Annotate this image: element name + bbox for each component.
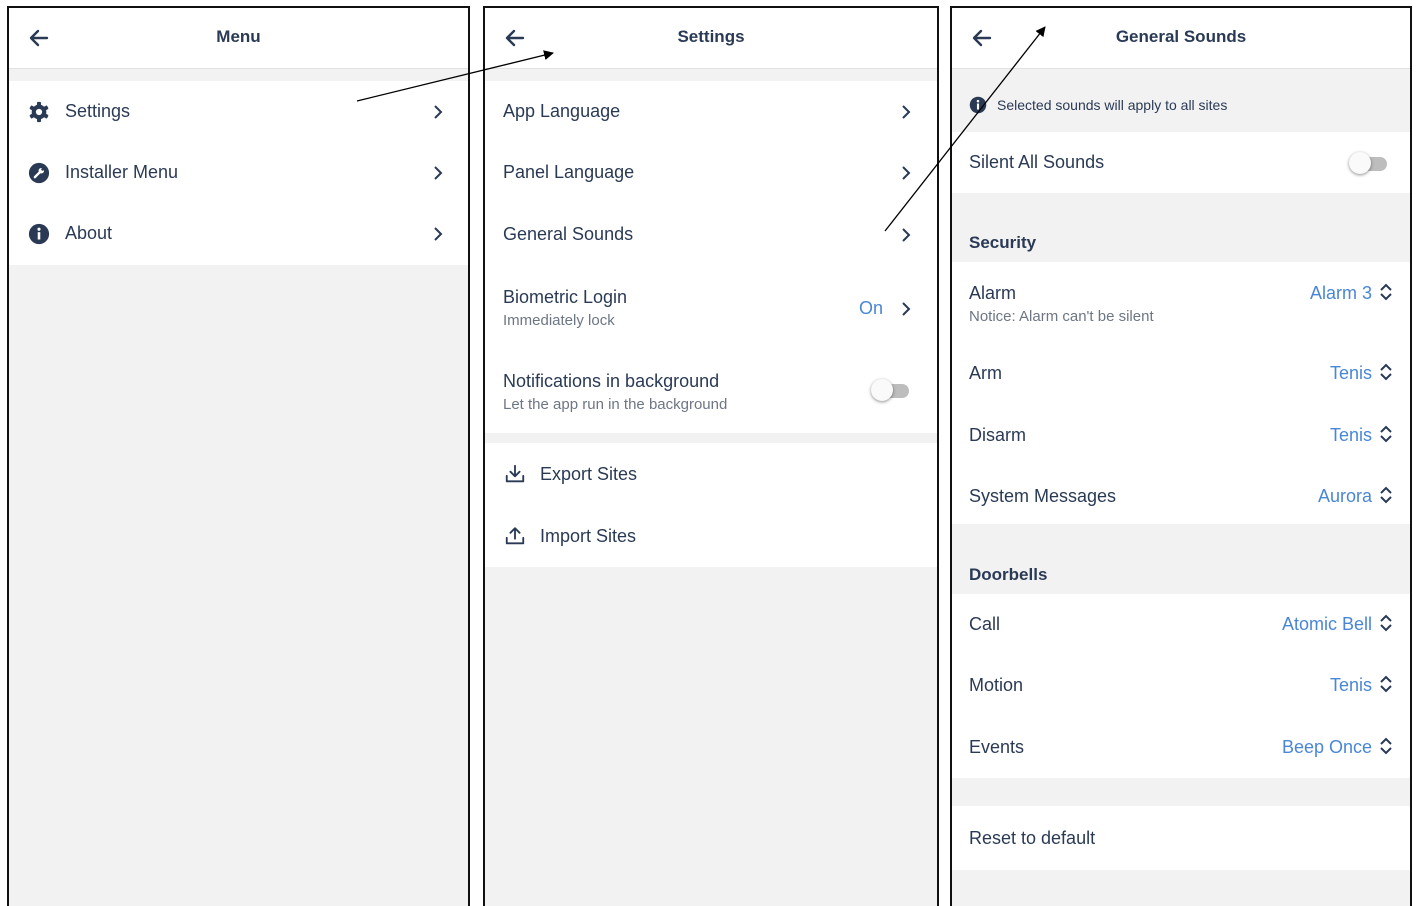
- biometric-value: On: [859, 298, 884, 318]
- settings-item-notifications: Notifications in background Let the app …: [485, 348, 937, 433]
- upload-icon: [505, 527, 525, 545]
- sound-value: Atomic Bell: [1281, 614, 1372, 634]
- chevron-up-down-icon: [1380, 737, 1392, 755]
- chevron-up-down-icon: [1380, 425, 1392, 443]
- sound-label: Alarm: [969, 283, 1017, 303]
- menu-item-label: Installer Menu: [65, 162, 179, 182]
- sound-value: Tenis: [1329, 425, 1372, 445]
- sound-row-system-messages[interactable]: System Messages Aurora: [952, 462, 1410, 524]
- settings-screen: Settings App Language Panel Language Gen…: [483, 6, 939, 906]
- sound-label: Arm: [969, 363, 1002, 383]
- import-sites-button[interactable]: Import Sites: [485, 505, 937, 567]
- info-icon: [28, 223, 50, 245]
- menu-header: Menu: [9, 8, 468, 69]
- silent-all-toggle[interactable]: [1349, 152, 1389, 174]
- chevron-up-down-icon: [1380, 486, 1392, 504]
- sound-row-events[interactable]: Events Beep Once: [952, 717, 1410, 778]
- chevron-right-icon: [434, 105, 443, 119]
- sound-row-call[interactable]: Call Atomic Bell: [952, 594, 1410, 655]
- menu-item-settings[interactable]: Settings: [9, 81, 468, 142]
- security-sounds-list: Alarm Notice: Alarm can't be silent Alar…: [952, 262, 1410, 524]
- sound-value: Tenis: [1329, 675, 1372, 695]
- chevron-up-down-icon: [1380, 363, 1392, 381]
- settings-item-label: General Sounds: [503, 224, 634, 244]
- gear-icon: [29, 101, 49, 123]
- chevron-right-icon: [434, 166, 443, 180]
- menu-item-installer[interactable]: Installer Menu: [9, 142, 468, 203]
- chevron-right-icon: [434, 227, 443, 241]
- menu-item-label: About: [65, 223, 113, 243]
- chevron-right-icon: [902, 105, 911, 119]
- settings-item-panel-language[interactable]: Panel Language: [485, 142, 937, 204]
- sounds-notice: Selected sounds will apply to all sites: [997, 97, 1228, 113]
- settings-item-label: Panel Language: [503, 162, 635, 182]
- sound-row-motion[interactable]: Motion Tenis: [952, 655, 1410, 717]
- menu-item-about[interactable]: About: [9, 203, 468, 264]
- settings-item-biometric-login[interactable]: Biometric Login Immediately lock On: [485, 266, 937, 348]
- settings-item-label: App Language: [503, 101, 621, 121]
- settings-item-sublabel: Immediately lock: [503, 312, 615, 329]
- sound-label: Disarm: [969, 425, 1026, 445]
- info-icon: [969, 96, 987, 114]
- sound-row-disarm[interactable]: Disarm Tenis: [952, 401, 1410, 462]
- settings-list: App Language Panel Language General Soun…: [485, 81, 937, 433]
- settings-item-label: Biometric Login: [503, 287, 628, 307]
- general-sounds-screen: General Sounds Selected sounds will appl…: [950, 6, 1412, 906]
- import-sites-label: Import Sites: [540, 526, 637, 546]
- sound-label: Motion: [969, 675, 1024, 695]
- settings-item-app-language[interactable]: App Language: [485, 81, 937, 142]
- menu-item-label: Settings: [65, 101, 131, 121]
- sounds-header: General Sounds: [952, 8, 1410, 69]
- chevron-up-down-icon: [1380, 283, 1392, 301]
- sound-value: Tenis: [1329, 363, 1372, 383]
- chevron-right-icon: [902, 166, 911, 180]
- settings-header: Settings: [485, 8, 937, 69]
- sound-sublabel: Notice: Alarm can't be silent: [969, 308, 1154, 325]
- page-title: General Sounds: [1115, 27, 1247, 46]
- export-sites-button[interactable]: Export Sites: [485, 443, 937, 505]
- sound-value: Aurora: [1317, 486, 1372, 506]
- wrench-icon: [28, 162, 50, 184]
- sound-row-alarm[interactable]: Alarm Notice: Alarm can't be silent Alar…: [952, 262, 1410, 339]
- chevron-right-icon: [902, 228, 911, 242]
- sound-label: System Messages: [969, 486, 1117, 506]
- settings-item-general-sounds[interactable]: General Sounds: [485, 204, 937, 266]
- sound-label: Call: [969, 614, 1001, 634]
- sound-row-arm[interactable]: Arm Tenis: [952, 339, 1410, 401]
- sites-list: Export Sites Import Sites: [485, 443, 937, 567]
- settings-item-label: Notifications in background: [503, 371, 720, 391]
- silent-all-row: Silent All Sounds: [952, 132, 1410, 193]
- settings-item-sublabel: Let the app run in the background: [503, 396, 728, 413]
- sound-value: Alarm 3: [1309, 283, 1372, 303]
- download-icon: [505, 464, 525, 483]
- section-header-doorbells: Doorbells: [969, 565, 1048, 584]
- doorbell-sounds-list: Call Atomic Bell Motion Tenis Events Bee…: [952, 594, 1410, 778]
- notifications-toggle[interactable]: [871, 379, 911, 401]
- sound-value: Beep Once: [1281, 737, 1372, 757]
- menu-list: Settings Installer Menu About: [9, 81, 468, 265]
- chevron-up-down-icon: [1380, 614, 1392, 632]
- reset-to-default-button[interactable]: Reset to default: [952, 806, 1410, 870]
- reset-label: Reset to default: [969, 828, 1096, 848]
- reset-group: Reset to default: [952, 806, 1410, 870]
- silent-all-label: Silent All Sounds: [969, 152, 1105, 172]
- section-header-security: Security: [969, 233, 1037, 252]
- page-title: Menu: [216, 27, 261, 46]
- menu-screen: Menu Settings Installer Menu About: [7, 6, 470, 906]
- chevron-up-down-icon: [1380, 675, 1392, 693]
- page-title: Settings: [677, 27, 745, 46]
- chevron-right-icon: [902, 302, 911, 316]
- sound-label: Events: [969, 737, 1025, 757]
- export-sites-label: Export Sites: [540, 464, 638, 484]
